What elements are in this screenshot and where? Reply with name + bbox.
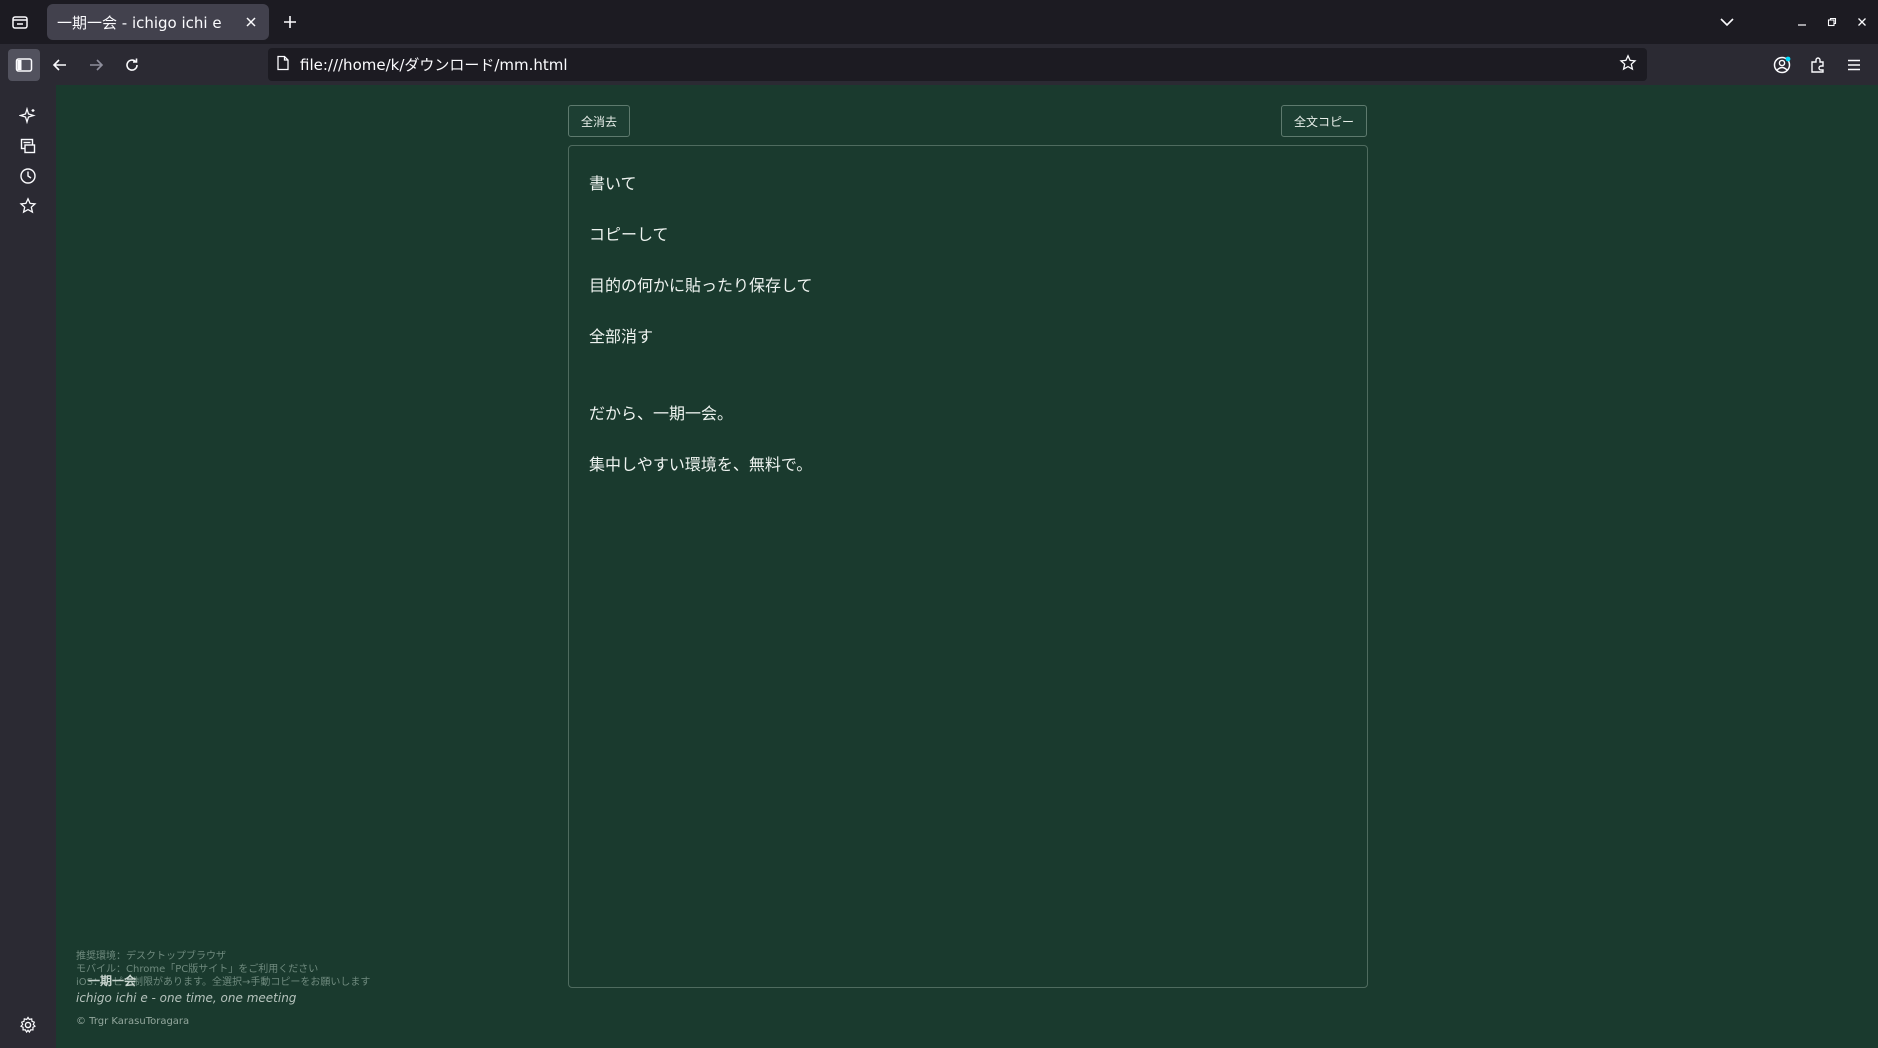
editor-line: 書いて [589,174,637,193]
clear-all-button[interactable]: 全消去 [568,105,630,137]
brand-title: 一期一会 [88,974,137,988]
settings-gear-icon[interactable] [12,1009,44,1041]
tab-strip: 一期一会 - ichigo ichi e [0,0,1878,44]
new-tab-icon[interactable] [276,8,304,36]
address-bar[interactable]: file:///home/k/ダウンロード/mm.html [268,48,1647,81]
close-tab-icon[interactable] [241,12,261,32]
minimize-icon[interactable] [1788,8,1816,36]
bookmark-star-icon[interactable] [1619,53,1637,76]
editor-line: コピーして [589,225,669,244]
page-icon [276,55,290,75]
browser-sidebar [0,85,56,1048]
ai-chatbot-icon[interactable] [12,100,44,132]
sidebar-toggle-icon[interactable] [8,49,40,81]
editor-line: 集中しやすい環境を、無料で。 [589,455,813,474]
active-tab[interactable]: 一期一会 - ichigo ichi e [47,4,269,40]
forward-icon[interactable] [80,49,112,81]
history-icon[interactable] [12,160,44,192]
copyright: © Trgr KarasuToragara [76,1016,190,1027]
extensions-icon[interactable] [1802,49,1834,81]
back-icon[interactable] [44,49,76,81]
bookmarks-icon[interactable] [12,190,44,222]
environment-notice: 推奨環境：デスクトップブラウザ [76,951,226,962]
menu-icon[interactable] [1838,49,1870,81]
navigation-toolbar: file:///home/k/ダウンロード/mm.html [0,44,1878,85]
close-window-icon[interactable] [1848,8,1876,36]
list-all-tabs-icon[interactable] [1713,8,1741,36]
page-content: 全消去 全文コピー 書いて コピーして 目的の何かに貼ったり保存して 全部消す … [56,85,1878,1048]
url-text[interactable]: file:///home/k/ダウンロード/mm.html [300,54,1619,75]
editor-line: 全部消す [589,327,654,346]
editor-line: だから、一期一会。 [589,404,734,423]
account-icon[interactable] [1766,49,1798,81]
editor-line: 目的の何かに貼ったり保存して [589,276,813,295]
tagline: ichigo ichi e - one time, one meeting [76,991,297,1005]
text-editor[interactable]: 書いて コピーして 目的の何かに貼ったり保存して 全部消す だから、一期一会。 … [568,145,1368,988]
restore-icon[interactable] [1818,8,1846,36]
synced-tabs-icon[interactable] [12,130,44,162]
tab-title: 一期一会 - ichigo ichi e [57,13,222,32]
reload-icon[interactable] [116,49,148,81]
copy-all-button[interactable]: 全文コピー [1281,105,1367,137]
tab-list-icon[interactable] [6,8,34,36]
